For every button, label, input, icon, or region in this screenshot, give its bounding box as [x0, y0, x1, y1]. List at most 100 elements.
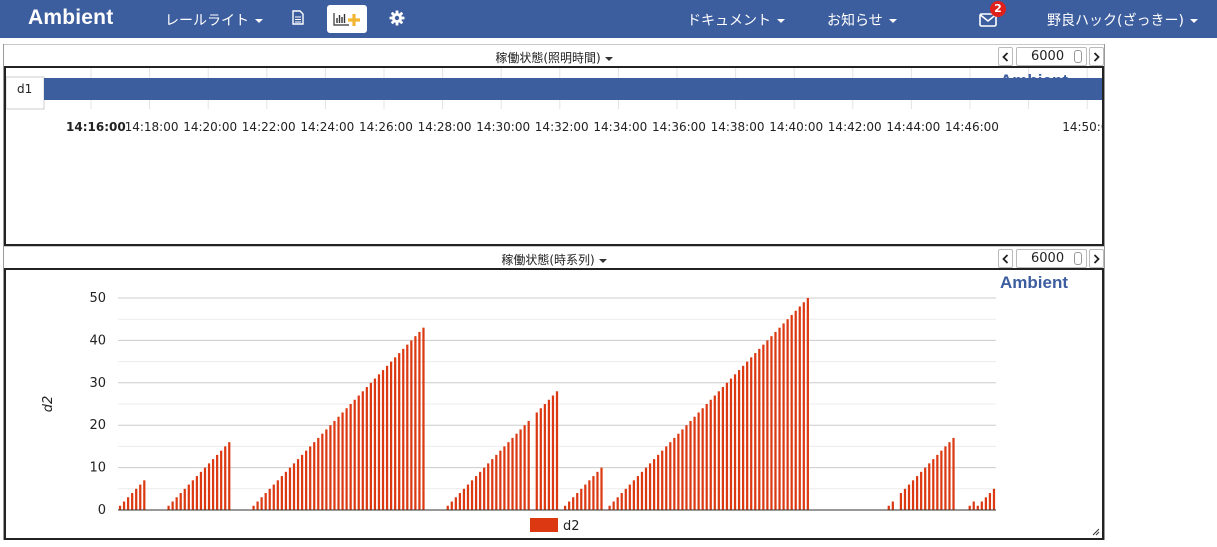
bar[interactable]	[588, 480, 591, 510]
bar[interactable]	[693, 416, 696, 510]
bar[interactable]	[608, 505, 611, 510]
bar[interactable]	[280, 476, 283, 510]
bar[interactable]	[288, 467, 292, 510]
bar[interactable]	[264, 493, 267, 510]
bar[interactable]	[572, 497, 575, 510]
bar[interactable]	[175, 497, 178, 510]
bar[interactable]	[195, 476, 199, 510]
bar[interactable]	[539, 408, 542, 510]
bar[interactable]	[321, 433, 324, 510]
bar[interactable]	[600, 467, 603, 510]
bar[interactable]	[616, 497, 619, 510]
news-menu[interactable]: お知らせ	[827, 10, 897, 30]
bar[interactable]	[187, 484, 190, 510]
range-input[interactable]: 6000	[1016, 249, 1087, 268]
bar[interactable]	[685, 425, 688, 510]
bar[interactable]	[499, 450, 502, 510]
prev-button[interactable]	[998, 47, 1013, 66]
bar[interactable]	[507, 442, 510, 510]
bar[interactable]	[381, 370, 385, 510]
bar[interactable]	[657, 454, 660, 510]
bar[interactable]	[385, 365, 389, 510]
bar[interactable]	[790, 314, 793, 510]
bar[interactable]	[495, 454, 498, 510]
bar[interactable]	[179, 493, 182, 510]
bar[interactable]	[568, 501, 571, 510]
bar[interactable]	[669, 442, 672, 510]
documents-menu[interactable]: ドキュメント	[687, 10, 785, 30]
bar[interactable]	[737, 370, 741, 510]
bar[interactable]	[640, 471, 644, 510]
bar[interactable]	[903, 488, 907, 510]
bar[interactable]	[940, 450, 943, 510]
bar[interactable]	[462, 488, 466, 510]
bar[interactable]	[709, 399, 712, 510]
bar[interactable]	[980, 501, 983, 510]
bar[interactable]	[191, 480, 194, 510]
bar[interactable]	[199, 471, 203, 510]
bar[interactable]	[774, 331, 777, 510]
bar[interactable]	[345, 408, 348, 510]
bar[interactable]	[515, 433, 518, 510]
bar[interactable]	[122, 501, 126, 510]
bar[interactable]	[527, 420, 530, 510]
bar[interactable]	[252, 505, 255, 510]
bar[interactable]	[806, 298, 809, 510]
bar[interactable]	[333, 420, 336, 510]
document-icon[interactable]	[292, 10, 304, 29]
bar[interactable]	[402, 348, 405, 510]
bar[interactable]	[891, 501, 894, 510]
bar[interactable]	[203, 467, 207, 510]
bar[interactable]	[750, 357, 753, 510]
bar[interactable]	[216, 454, 219, 510]
bar[interactable]	[972, 501, 975, 510]
bar[interactable]	[422, 327, 425, 510]
timeseries-title-menu[interactable]: 稼働状態(時系列)	[4, 251, 1104, 268]
bar[interactable]	[337, 416, 340, 510]
bar[interactable]	[349, 404, 352, 510]
bar[interactable]	[377, 374, 381, 510]
bar[interactable]	[207, 463, 211, 510]
brand-logo[interactable]: Ambient	[28, 6, 113, 30]
bar[interactable]	[794, 310, 797, 510]
bar[interactable]	[127, 497, 130, 510]
bar[interactable]	[665, 446, 668, 510]
bar[interactable]	[758, 348, 761, 510]
bar[interactable]	[648, 463, 652, 510]
bar[interactable]	[220, 450, 223, 510]
bar[interactable]	[681, 429, 684, 510]
bar[interactable]	[483, 467, 486, 510]
bar[interactable]	[725, 382, 729, 510]
bar[interactable]	[721, 387, 725, 510]
bar[interactable]	[976, 505, 979, 510]
bar[interactable]	[907, 484, 911, 510]
bar[interactable]	[802, 302, 805, 510]
bar[interactable]	[410, 340, 413, 510]
bar[interactable]	[131, 493, 134, 510]
bar[interactable]	[636, 476, 640, 510]
bar[interactable]	[992, 488, 996, 510]
bar[interactable]	[778, 327, 781, 510]
bar[interactable]	[899, 493, 903, 510]
bar[interactable]	[733, 374, 737, 510]
bar[interactable]	[754, 353, 757, 510]
bar[interactable]	[171, 501, 174, 510]
bar[interactable]	[596, 471, 599, 510]
bar[interactable]	[361, 391, 364, 510]
bar[interactable]	[620, 493, 623, 510]
bar[interactable]	[329, 425, 332, 510]
bar[interactable]	[576, 493, 579, 510]
spinner-icon[interactable]	[1074, 252, 1082, 265]
bar[interactable]	[389, 361, 393, 510]
prev-button[interactable]	[998, 249, 1013, 268]
bar[interactable]	[988, 493, 992, 510]
bar[interactable]	[624, 488, 627, 510]
bar[interactable]	[701, 408, 704, 510]
bar[interactable]	[224, 446, 227, 510]
bar[interactable]	[454, 497, 457, 510]
bar[interactable]	[325, 429, 328, 510]
bar[interactable]	[519, 429, 522, 510]
bar[interactable]	[928, 463, 931, 510]
range-input[interactable]: 6000	[1016, 47, 1087, 66]
bar[interactable]	[563, 505, 567, 510]
